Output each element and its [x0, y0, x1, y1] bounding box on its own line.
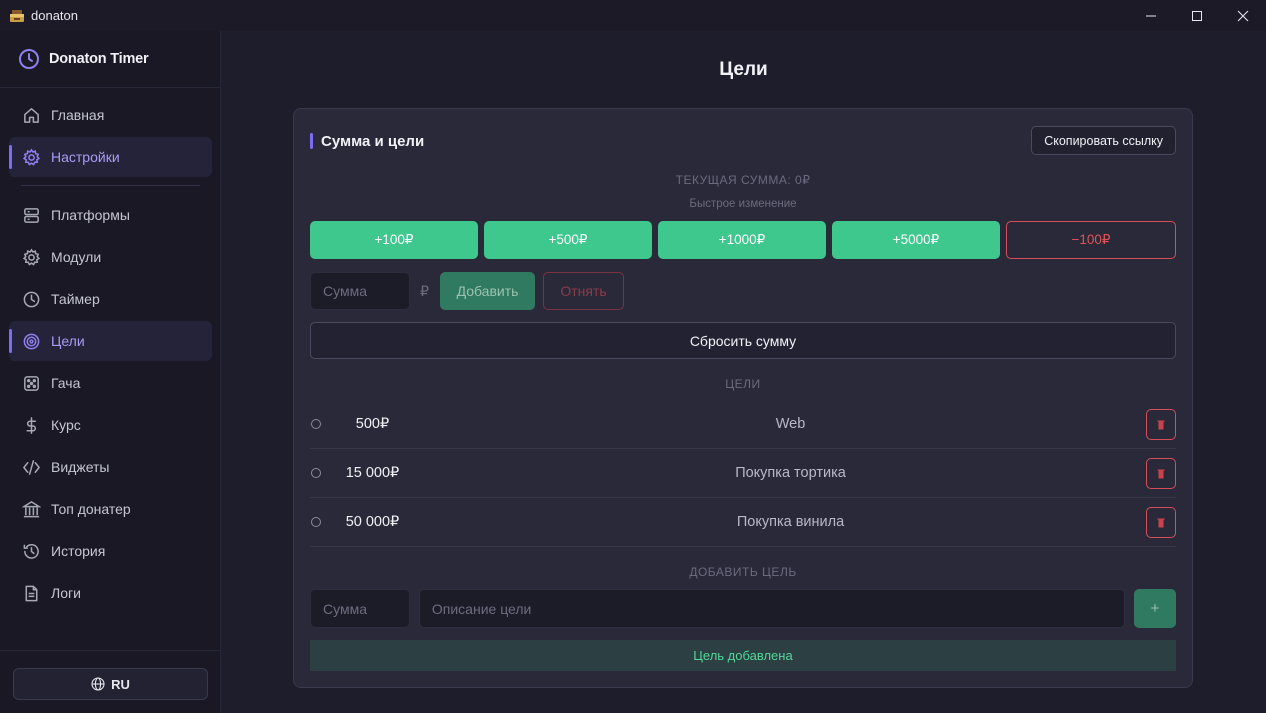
minimize-button[interactable] — [1128, 0, 1174, 31]
sidebar-item-platforms[interactable]: Платформы — [9, 195, 212, 235]
delete-goal-button[interactable] — [1146, 458, 1176, 489]
add-goal-button[interactable]: + — [1134, 589, 1176, 628]
clock-icon — [21, 289, 41, 309]
quick-add-5000-button[interactable]: +5000₽ — [832, 221, 1000, 259]
sidebar-item-home[interactable]: Главная — [9, 95, 212, 135]
goal-row: 500₽ Web — [310, 400, 1176, 449]
home-icon — [21, 105, 41, 125]
trash-icon — [1157, 518, 1165, 527]
sidebar-item-label: Цели — [51, 333, 85, 349]
maximize-button[interactable] — [1174, 0, 1220, 31]
maximize-icon — [1192, 10, 1202, 21]
add-goal-row: Сумма Описание цели + — [310, 589, 1176, 628]
history-icon — [21, 541, 41, 561]
quick-change-label: Быстрое изменение — [689, 198, 797, 210]
delete-goal-button[interactable] — [1146, 507, 1176, 538]
sidebar-item-label: Модули — [51, 249, 102, 265]
sidebar-item-logs[interactable]: Логи — [9, 573, 212, 613]
sidebar-item-modules[interactable]: Модули — [9, 237, 212, 277]
dice-icon — [21, 373, 41, 393]
page-title: Цели — [719, 59, 768, 80]
sidebar-item-label: Платформы — [51, 207, 130, 223]
quick-add-1000-button[interactable]: +1000₽ — [658, 221, 826, 259]
sidebar-item-timer[interactable]: Таймер — [9, 279, 212, 319]
section-title: Сумма и цели — [310, 133, 424, 150]
app-icon — [10, 9, 24, 22]
dollar-icon — [21, 415, 41, 435]
sidebar-item-top-donator[interactable]: Топ донатер — [9, 489, 212, 529]
goal-amount: 500₽ — [355, 416, 390, 432]
sidebar-item-label: Курс — [51, 417, 81, 433]
quick-add-500-button[interactable]: +500₽ — [484, 221, 652, 259]
reset-sum-button[interactable]: Сбросить сумму — [310, 322, 1176, 359]
sidebar-item-label: Виджеты — [51, 459, 110, 475]
delete-goal-button[interactable] — [1146, 409, 1176, 440]
sidebar-item-rate[interactable]: Курс — [9, 405, 212, 445]
sidebar-divider — [21, 185, 200, 186]
sidebar-item-label: Таймер — [51, 291, 100, 307]
goal-added-notice: Цель добавлена — [310, 640, 1176, 671]
add-sum-button[interactable]: Добавить — [440, 272, 535, 310]
goal-row: 50 000₽ Покупка винила — [310, 498, 1176, 547]
goals-card: Сумма и цели Скопировать ссылку ТЕКУЩАЯ … — [293, 108, 1193, 688]
sidebar: Donaton Timer Главная Настройки Платформ… — [0, 31, 221, 713]
sidebar-item-settings[interactable]: Настройки — [9, 137, 212, 177]
trash-icon — [1157, 469, 1165, 478]
goal-description-input[interactable]: Описание цели — [418, 589, 1126, 628]
goal-description: Покупка тортика — [735, 465, 846, 481]
sidebar-item-label: Логи — [51, 585, 81, 601]
sidebar-item-label: Топ донатер — [51, 501, 131, 517]
goal-amount: 50 000₽ — [345, 514, 400, 530]
sidebar-item-goals[interactable]: Цели — [9, 321, 212, 361]
clock-icon — [19, 49, 39, 69]
sidebar-item-label: История — [51, 543, 106, 559]
goals-label: ЦЕЛИ — [725, 377, 761, 391]
sidebar-item-label: Настройки — [51, 149, 120, 165]
close-button[interactable] — [1220, 0, 1266, 31]
goal-row: 15 000₽ Покупка тортика — [310, 449, 1176, 498]
goal-amount: 15 000₽ — [345, 465, 400, 481]
sum-row: Сумма ₽ Добавить Отнять — [310, 272, 624, 310]
title-bar: donaton — [0, 0, 1266, 31]
sidebar-footer-divider — [0, 650, 220, 651]
current-sum: ТЕКУЩАЯ СУММА: 0₽ — [675, 173, 811, 187]
subtract-sum-button[interactable]: Отнять — [543, 272, 624, 310]
goals-list: 500₽ Web 15 000₽ Покупка тортика 50 000₽… — [310, 400, 1176, 547]
sidebar-item-widgets[interactable]: Виджеты — [9, 447, 212, 487]
target-icon — [21, 331, 41, 351]
sum-input[interactable]: Сумма — [310, 272, 410, 310]
minimize-icon — [1146, 15, 1156, 16]
brand-name: Donaton Timer — [49, 51, 149, 67]
trash-icon — [1157, 420, 1165, 429]
server-icon — [21, 205, 41, 225]
quick-subtract-100-button[interactable]: −100₽ — [1006, 221, 1176, 259]
quick-buttons: +100₽ +500₽ +1000₽ +5000₽ −100₽ — [310, 221, 1176, 259]
document-icon — [21, 583, 41, 603]
sidebar-item-label: Гача — [51, 375, 81, 391]
globe-icon — [91, 677, 105, 691]
cog-icon — [21, 247, 41, 267]
sidebar-item-label: Главная — [51, 107, 105, 123]
goal-description: Покупка винила — [736, 514, 845, 530]
brand: Donaton Timer — [0, 31, 220, 88]
language-label: RU — [111, 676, 130, 692]
copy-link-button[interactable]: Скопировать ссылку — [1031, 126, 1176, 155]
goal-description: Web — [775, 416, 806, 432]
language-button[interactable]: RU — [13, 668, 208, 700]
quick-add-100-button[interactable]: +100₽ — [310, 221, 478, 259]
add-goal-label: ДОБАВИТЬ ЦЕЛЬ — [689, 565, 797, 579]
pillars-icon — [21, 499, 41, 519]
currency-sign: ₽ — [420, 282, 429, 299]
window-title: donaton — [31, 8, 78, 23]
code-icon — [21, 457, 41, 477]
close-icon — [1237, 10, 1249, 21]
sidebar-item-history[interactable]: История — [9, 531, 212, 571]
sidebar-item-gacha[interactable]: Гача — [9, 363, 212, 403]
goal-sum-input[interactable]: Сумма — [310, 589, 410, 628]
gear-icon — [21, 147, 41, 167]
